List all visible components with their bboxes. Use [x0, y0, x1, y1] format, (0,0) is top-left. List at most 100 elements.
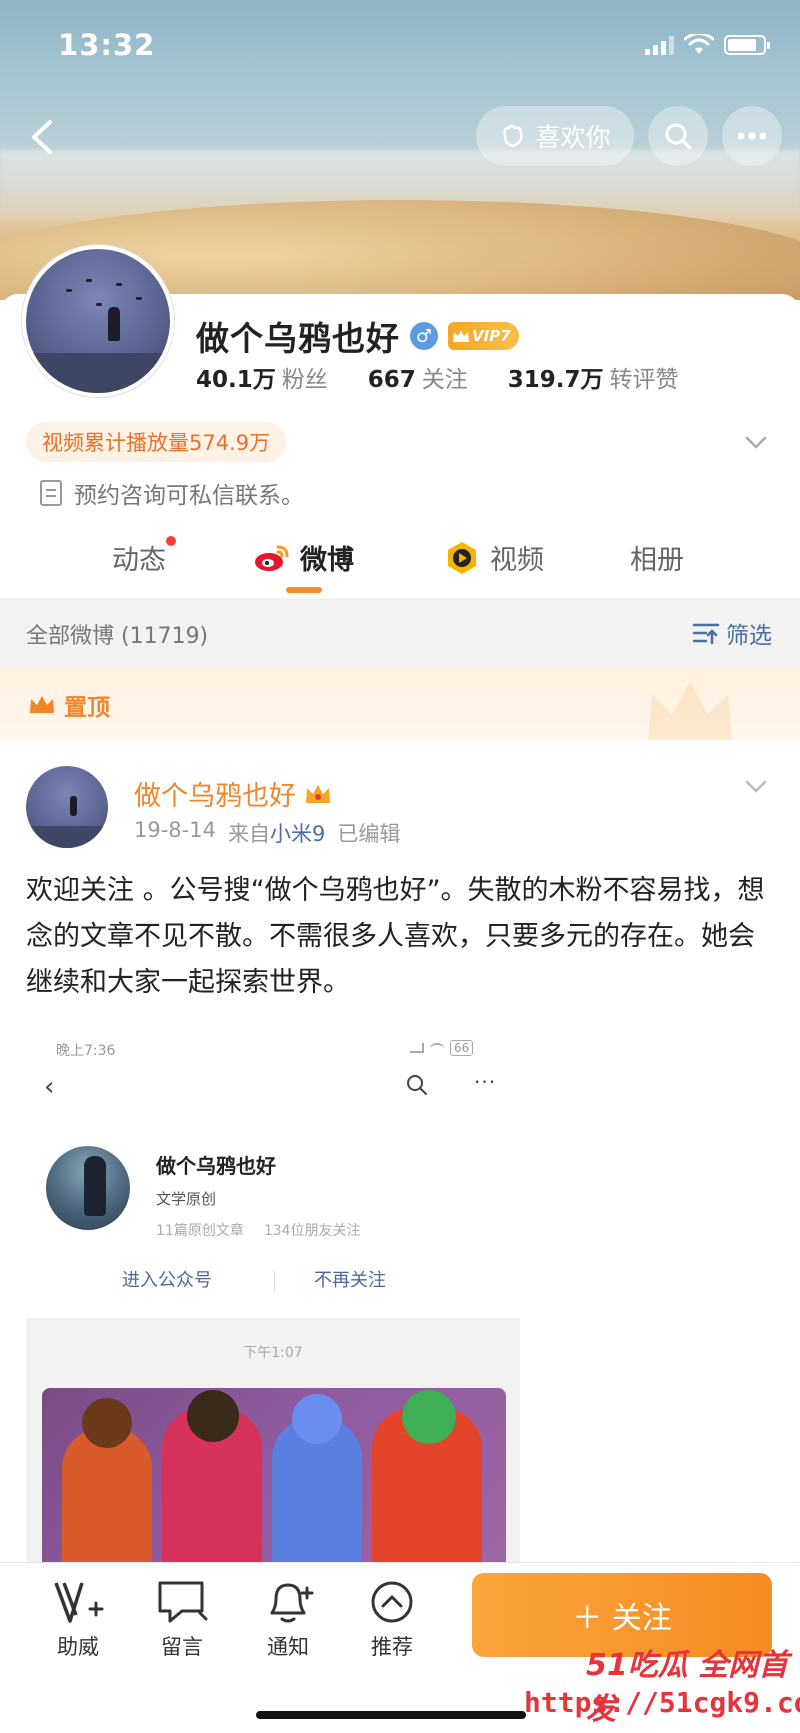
post-image[interactable]: 晚上7:36 66 ‹ ··· 做个乌鸦也好 文学原创 11篇原创文章 134位… [26, 1020, 526, 1580]
wifi-icon [684, 34, 714, 54]
embed-stats: 11篇原创文章 134位朋友关注 [156, 1220, 361, 1240]
followers-stat[interactable]: 40.1万 粉丝 [196, 360, 328, 394]
bell-plus-icon [270, 1583, 314, 1623]
back-button[interactable] [18, 112, 68, 162]
embed-back-icon: ‹ [44, 1072, 55, 1102]
notify-button[interactable]: 通知 [248, 1579, 328, 1661]
vip-label: VIP7 [472, 327, 511, 345]
chevron-left-icon [32, 120, 52, 154]
pinned-label: 置顶 [64, 695, 110, 721]
post-meta: 19-8-14 来自小米9 已编辑 [134, 818, 400, 848]
embed-status-icons: 66 [410, 1040, 474, 1056]
post-edited: 已编辑 [337, 822, 401, 846]
help-label: 助威 [57, 1635, 99, 1659]
more-dots-icon [737, 132, 767, 140]
crown-icon [30, 696, 54, 713]
embed-enter-label: 进入公众号 [122, 1270, 212, 1291]
post-text: 欢迎关注 。公号搜“做个乌鸦也好”。失散的木粉不容易找，想念的文章不见不散。不需… [26, 875, 765, 998]
embed-battery: 66 [450, 1040, 474, 1056]
embed-avatar [46, 1146, 130, 1230]
post-author[interactable]: 做个乌鸦也好 [134, 774, 296, 813]
tab-weibo[interactable]: 微博 [254, 538, 354, 577]
vip-badge[interactable]: VIP7 [448, 322, 519, 350]
profile-avatar[interactable] [22, 245, 174, 397]
unread-dot [166, 536, 176, 546]
bio-text: 预约咨询可私信联系。 [74, 483, 304, 509]
embed-account-name: 做个乌鸦也好 [156, 1154, 276, 1178]
home-indicator [256, 1711, 526, 1719]
followers-value: 40.1万 [196, 367, 276, 393]
embed-chat-area: 下午1:07 [26, 1318, 520, 1580]
signal-icon [645, 35, 674, 55]
profile-tabs: 动态 微博 视频 相册 [0, 526, 800, 596]
embed-more-icon: ··· [474, 1070, 497, 1094]
following-label: 关注 [421, 367, 468, 393]
battery-icon [724, 35, 770, 55]
tab-dongtai[interactable]: 动态 [112, 536, 176, 577]
filter-icon [692, 623, 720, 645]
filter-button[interactable]: 筛选 [692, 616, 772, 650]
recommend-label: 推荐 [371, 1635, 413, 1659]
weibo-logo-icon [255, 545, 289, 571]
embed-search-icon [407, 1075, 427, 1095]
feed-header: 全部微博 (11719) 筛选 [0, 598, 800, 668]
status-bar: 13:32 [0, 0, 800, 96]
expand-profile-button[interactable] [742, 428, 770, 456]
message-button[interactable]: 留言 [142, 1579, 222, 1661]
watermark-url: https://51cgk9.com [524, 1686, 800, 1719]
embed-illustration [42, 1388, 506, 1580]
profile-name: 做个乌鸦也好 [196, 319, 400, 358]
document-icon [40, 480, 62, 506]
chevron-down-icon [745, 436, 767, 449]
status-time: 13:32 [58, 28, 156, 62]
chat-bubble-icon [158, 1581, 208, 1623]
tab-album-label: 相册 [630, 545, 684, 576]
like-you-label: 喜欢你 [535, 123, 611, 152]
nav-row: 喜欢你 [0, 104, 800, 168]
embed-account-tag: 文学原创 [156, 1190, 217, 1208]
post-date: 19-8-14 [134, 818, 216, 842]
bio-row: 预约咨询可私信联系。 [40, 476, 304, 510]
video-play-badge[interactable]: 视频累计播放量574.9万 [26, 422, 287, 462]
status-icons [645, 34, 770, 56]
crown-watermark-icon [648, 682, 732, 740]
feed-count: 全部微博 (11719) [26, 624, 209, 649]
tab-album[interactable]: 相册 [630, 538, 684, 577]
tab-video-label: 视频 [490, 545, 544, 576]
search-icon [665, 123, 692, 150]
followers-label: 粉丝 [281, 367, 328, 393]
video-play-icon [448, 541, 476, 574]
following-stat[interactable]: 667 关注 [368, 360, 468, 394]
likes-label: 转评赞 [609, 367, 679, 393]
pinned-post[interactable]: 做个乌鸦也好 19-8-14 来自小米9 已编辑 欢迎关注 。公号搜“做个乌鸦也… [0, 740, 800, 1580]
embed-divider [274, 1270, 275, 1292]
post-avatar[interactable] [26, 766, 108, 848]
more-button[interactable] [722, 106, 782, 166]
embed-status-time: 晚上7:36 [56, 1043, 116, 1059]
embed-articles: 11篇原创文章 [156, 1223, 244, 1239]
tab-video[interactable]: 视频 [444, 538, 544, 577]
profile-name-row: 做个乌鸦也好 ♂ VIP7 [196, 312, 519, 360]
post-device[interactable]: 小米9 [270, 822, 325, 846]
likes-value: 319.7万 [507, 367, 604, 393]
vip-crown-icon [306, 784, 330, 803]
crown-icon [453, 330, 469, 342]
message-label: 留言 [161, 1635, 203, 1659]
like-you-button[interactable]: 喜欢你 [476, 106, 634, 166]
help-button[interactable]: 助威 [38, 1579, 118, 1661]
gender-male-icon: ♂ [410, 322, 438, 350]
following-value: 667 [367, 367, 416, 393]
embed-friends: 134位朋友关注 [263, 1223, 361, 1239]
notify-label: 通知 [267, 1635, 309, 1659]
chevron-down-icon [745, 780, 767, 793]
tab-dongtai-label: 动态 [112, 545, 166, 576]
recommend-button[interactable]: 推荐 [352, 1579, 432, 1661]
search-button[interactable] [648, 106, 708, 166]
post-menu-button[interactable] [742, 772, 770, 800]
pinned-label-row: 置顶 [28, 688, 110, 722]
post-author-row: 做个乌鸦也好 [134, 774, 332, 813]
tab-weibo-label: 微博 [300, 545, 354, 576]
likes-stat[interactable]: 319.7万 转评赞 [508, 360, 679, 394]
embed-chat-time: 下午1:07 [243, 1345, 303, 1361]
post-source-prefix: 来自 [227, 822, 270, 846]
